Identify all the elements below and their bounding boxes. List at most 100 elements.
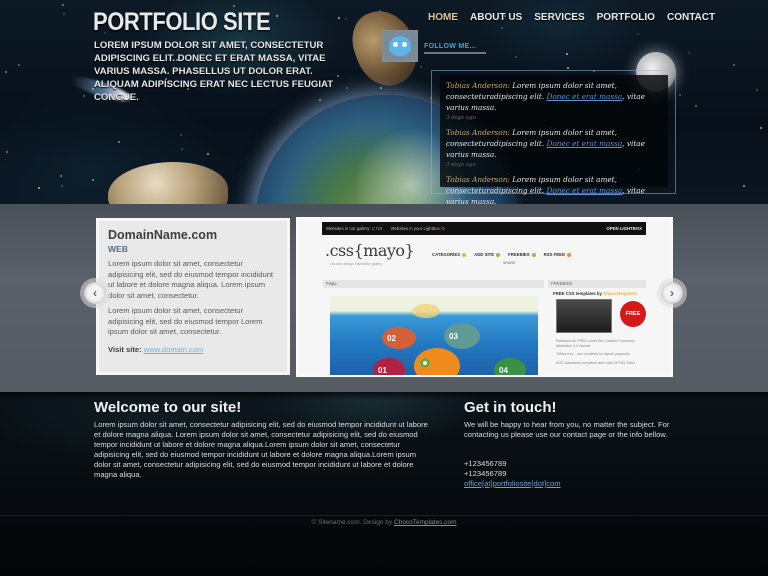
screenshot-menu: CATEGORIES ADD SITE FREEBIES RSS FEED — [432, 252, 572, 257]
nav-services[interactable]: SERVICES — [534, 12, 584, 23]
tweet-item: Tobias Anderson: Lorem ipsum dolor sit a… — [446, 174, 662, 205]
dot-icon — [531, 252, 536, 257]
star — [515, 56, 517, 58]
bubble-03: 03 — [444, 323, 480, 349]
star — [567, 67, 569, 69]
tweet-item: Tobias Anderson: Lorem ipsum dolor sit a… — [446, 127, 662, 170]
rss-icon — [567, 252, 572, 257]
dot-icon — [462, 252, 467, 257]
project-screenshot[interactable]: Websites in our gallery: 1,714 Websites … — [296, 217, 673, 377]
tweet-list: Tobias Anderson: Lorem ipsum dolor sit a… — [440, 75, 668, 205]
star — [501, 27, 503, 29]
tweet-link[interactable]: Donec et erat massa — [546, 92, 622, 101]
bubble-02: 02 — [382, 327, 416, 349]
lightbox-count-label: Websites in your Lightbox: — [390, 226, 441, 231]
screenshot-featured-image: 02 03 01 04 — [330, 296, 538, 375]
star — [733, 64, 735, 66]
slider-next-button[interactable]: › — [661, 282, 683, 304]
screenshot-logo-subtitle: css web design inspiration gallery — [330, 262, 383, 266]
asteroid-graphic — [108, 162, 228, 205]
tweet-time: 3 days ago — [446, 162, 476, 168]
header: PORTFOLIO SITE Lorem ipsum dolor sit ame… — [0, 0, 768, 205]
star — [345, 18, 347, 20]
screenshot-post-header: Fispo — [323, 280, 544, 288]
star — [63, 13, 65, 15]
site-logo[interactable]: PORTFOLIO SITE — [93, 8, 271, 37]
tweet-author[interactable]: Tobias Anderson: — [446, 81, 510, 90]
welcome-heading: Welcome to our site! — [94, 399, 242, 416]
screenshot-share: SHARE — [503, 261, 516, 265]
visit-site-row: Visit site: www.domain.com — [108, 345, 278, 354]
star — [92, 179, 94, 181]
tweet-link[interactable]: Donec et erat massa — [546, 186, 622, 195]
screenshot-menu-item: ADD SITE — [474, 252, 501, 257]
phone-number: +123456789 — [464, 469, 507, 478]
tagline: Lorem ipsum dolor sit amet, consectetur … — [94, 40, 334, 103]
star — [380, 87, 382, 89]
project-description: Lorem ipsum dolor sit amet, consectetur … — [108, 306, 263, 336]
star — [276, 15, 278, 17]
twitter-bird-icon — [389, 36, 411, 56]
designer-link[interactable]: ChocoTemplates.com — [394, 519, 457, 526]
star — [83, 95, 85, 97]
bubble-01: 01 — [373, 358, 405, 375]
bubble-04: 04 — [494, 358, 526, 375]
visit-site-link[interactable]: www.domain.com — [144, 345, 204, 354]
free-badge: FREE — [620, 301, 646, 327]
phone-number: +123456789 — [464, 459, 507, 468]
main-nav: HOME ABOUT US SERVICES PORTFOLIO CONTACT — [428, 12, 727, 23]
star — [61, 185, 63, 187]
screenshot-logo: .css{mayo} — [325, 241, 415, 260]
content-section: Welcome to our site! Lorem ipsum dolor s… — [0, 392, 768, 576]
star — [233, 5, 235, 7]
star — [637, 33, 639, 35]
star — [6, 151, 8, 153]
lightbox-count: 0 — [442, 226, 445, 231]
divider — [424, 52, 486, 54]
star — [743, 185, 745, 187]
nav-portfolio[interactable]: PORTFOLIO — [597, 12, 655, 23]
copyright-text: © Sitename.com. Design by — [311, 519, 394, 526]
star — [18, 64, 20, 66]
visit-site-label: Visit site: — [108, 344, 142, 354]
star — [420, 66, 422, 68]
nav-contact[interactable]: CONTACT — [667, 12, 715, 23]
freebie-thumbnail — [556, 299, 612, 333]
project-title: DomainName.com — [108, 228, 218, 242]
nav-home[interactable]: HOME — [428, 12, 458, 23]
star — [338, 17, 340, 19]
star — [760, 127, 762, 129]
nav-about-us[interactable]: ABOUT US — [470, 12, 522, 23]
gallery-count-label: Websites in our gallery: — [326, 226, 371, 231]
twitter-button[interactable] — [382, 30, 418, 62]
tweet-time: 3 days ago — [446, 115, 476, 121]
star — [62, 4, 64, 6]
star — [181, 148, 183, 150]
footer: © Sitename.com. Design by ChocoTemplates… — [0, 519, 768, 526]
screenshot-menu-item: FREEBIES — [508, 252, 536, 257]
tweet-author[interactable]: Tobias Anderson: — [446, 128, 510, 137]
star — [756, 89, 758, 91]
star — [60, 175, 62, 177]
contact-email-link[interactable]: office[at]portfoliosite[dot]com — [464, 479, 561, 488]
freebie-note: Tables free - use no tables for layout p… — [556, 352, 630, 356]
screenshot-freebies-header: FREEBIES — [548, 280, 646, 288]
tweet-link[interactable]: Donec et erat massa — [546, 139, 622, 148]
follow-me-link[interactable]: FOLLOW ME... — [424, 43, 476, 50]
star — [5, 71, 7, 73]
screenshot-menu-item: RSS FEED — [544, 252, 572, 257]
screenshot-menu-item: CATEGORIES — [432, 252, 467, 257]
tweet-item: Tobias Anderson: Lorem ipsum dolor sit a… — [446, 80, 662, 123]
chevron-left-icon: ‹ — [93, 286, 97, 300]
dot-icon — [496, 252, 501, 257]
footer-divider — [0, 515, 768, 516]
contact-text: We will be happy to hear from you, no ma… — [464, 420, 670, 440]
star — [679, 94, 681, 96]
welcome-text: Lorem ipsum dolor sit amet, consectetur … — [94, 420, 428, 480]
tweet-author[interactable]: Tobias Anderson: — [446, 175, 510, 184]
project-info-card: DomainName.com WEB Lorem ipsum dolor sit… — [96, 218, 290, 375]
slider-prev-button[interactable]: ‹ — [84, 282, 106, 304]
project-description: Lorem ipsum dolor sit amet, consectetur … — [108, 259, 274, 300]
gallery-count: 1,714 — [371, 226, 383, 231]
star — [207, 153, 209, 155]
